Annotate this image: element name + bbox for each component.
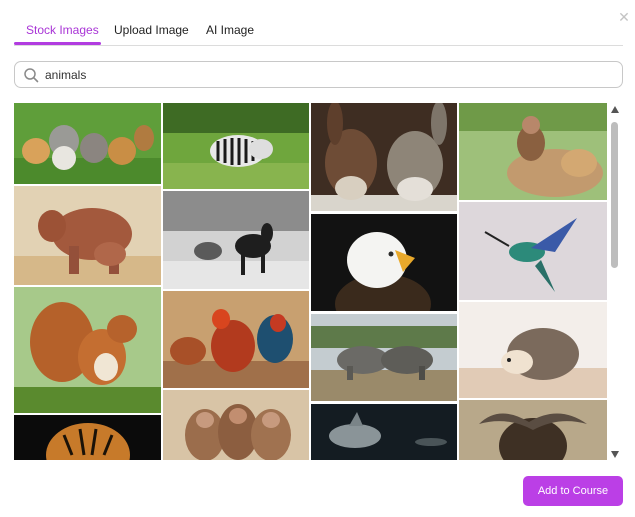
- image-tile-horses[interactable]: [163, 191, 309, 289]
- image-tile-eagle[interactable]: [311, 214, 457, 311]
- image-grid: [14, 103, 607, 460]
- image-tile-zebras[interactable]: [163, 103, 309, 189]
- image-tile-kittens[interactable]: [14, 103, 161, 184]
- tab-bar: Stock Images Upload Image AI Image: [14, 16, 623, 46]
- tab-upload-image[interactable]: Upload Image: [114, 22, 189, 46]
- scroll-down-arrow-icon[interactable]: [611, 451, 619, 458]
- image-tile-rhinos[interactable]: [311, 314, 457, 401]
- image-tile-rooster[interactable]: [163, 291, 309, 388]
- image-tile-hedgehog[interactable]: [459, 302, 607, 398]
- image-tile-elephants[interactable]: [14, 186, 161, 285]
- image-picker-dialog: ✕ Stock Images Upload Image AI Image ani…: [0, 0, 635, 517]
- image-tile-buffalo[interactable]: [459, 400, 607, 460]
- scrollbar-thumb[interactable]: [611, 122, 618, 268]
- gallery-scrollbar[interactable]: [609, 106, 621, 458]
- image-tile-tiger[interactable]: [14, 415, 161, 460]
- image-tile-hummingbird[interactable]: [459, 202, 607, 300]
- search-box: [14, 61, 623, 88]
- scroll-up-arrow-icon[interactable]: [611, 106, 619, 113]
- image-tile-shark[interactable]: [311, 404, 457, 460]
- add-to-course-button[interactable]: Add to Course: [523, 476, 623, 506]
- tab-ai-image[interactable]: AI Image: [206, 22, 254, 46]
- search-icon: [24, 68, 39, 83]
- image-tile-monkeys[interactable]: [163, 390, 309, 460]
- search-input[interactable]: [45, 65, 605, 84]
- active-tab-indicator: [14, 42, 101, 45]
- image-tile-donkeys[interactable]: [311, 103, 457, 211]
- image-tile-squirrel[interactable]: [14, 287, 161, 413]
- image-tile-monkey[interactable]: [459, 103, 607, 200]
